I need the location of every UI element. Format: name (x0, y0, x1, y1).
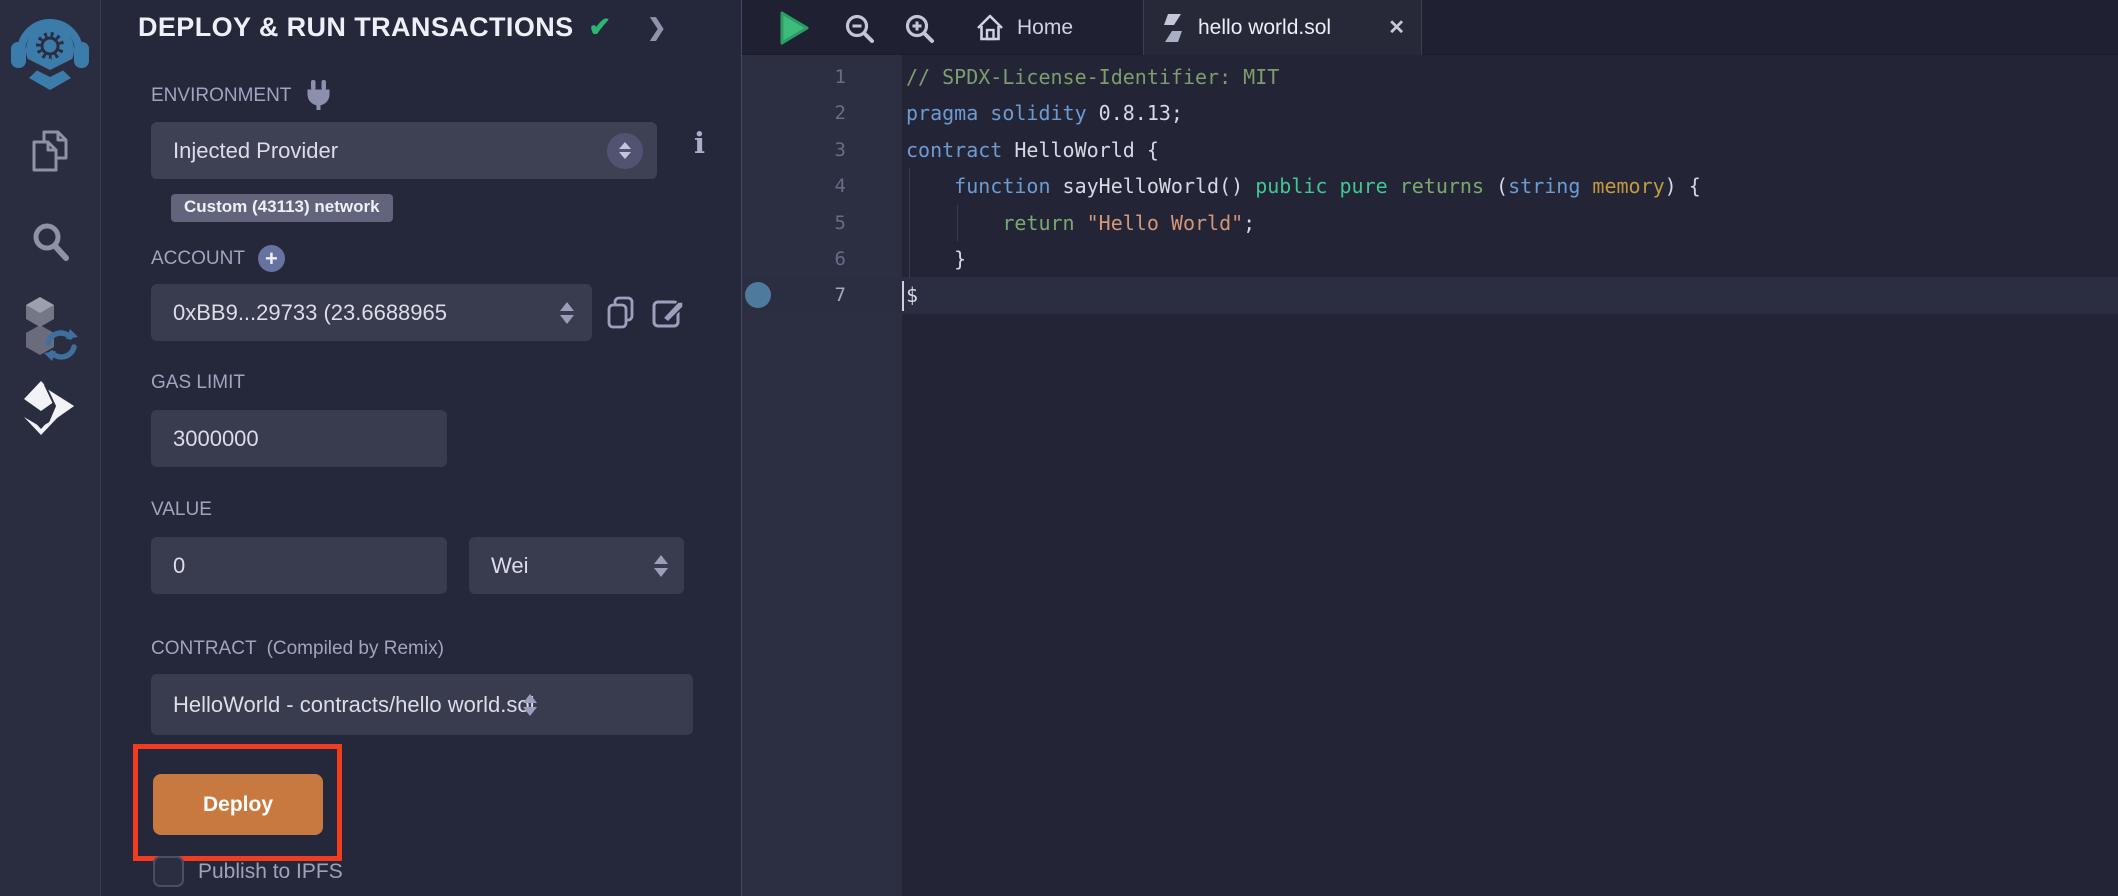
zoom-out-icon (843, 12, 877, 46)
code-line[interactable]: // SPDX-License-Identifier: MIT (906, 59, 2118, 95)
environment-label-row: ENVIRONMENT (151, 80, 332, 111)
zoom-out-button[interactable] (843, 12, 877, 51)
file-explorer-icon (28, 128, 72, 174)
sidebar-item-file-explorer[interactable] (0, 126, 100, 176)
plug-icon (305, 80, 332, 111)
add-account-icon[interactable]: + (258, 245, 285, 272)
tab-label: hello world.sol (1198, 16, 1331, 40)
value-unit: Wei (469, 553, 529, 579)
run-script-button[interactable] (774, 9, 812, 52)
sidebar-item-deploy-and-run[interactable] (0, 378, 100, 438)
zoom-in-button[interactable] (903, 12, 937, 51)
publish-to-ipfs-checkbox[interactable] (153, 856, 184, 887)
code-line[interactable]: return "Hello World"; (906, 205, 2118, 241)
select-caret-icon (654, 555, 668, 577)
contract-label-row: CONTRACT (Compiled by Remix) (151, 638, 444, 660)
line-numbers: 1234567 (742, 59, 846, 314)
collapse-panel-chevron-icon[interactable]: ❯ (647, 14, 666, 41)
code-line[interactable]: contract HelloWorld { (906, 132, 2118, 168)
line-number[interactable]: 1 (742, 59, 846, 95)
remix-logo-icon (9, 8, 91, 92)
environment-label: ENVIRONMENT (151, 85, 291, 107)
account-value: 0xBB9...29733 (23.6688965 (151, 300, 455, 326)
select-caret-icon (523, 694, 537, 716)
value-unit-select[interactable]: Wei (469, 537, 684, 594)
gas-limit-value: 3000000 (151, 426, 259, 452)
environment-value: Injected Provider (151, 138, 338, 164)
deploy-button[interactable]: Deploy (153, 774, 323, 835)
line-number[interactable]: 7 (742, 277, 846, 313)
line-number[interactable]: 5 (742, 205, 846, 241)
account-select[interactable]: 0xBB9...29733 (23.6688965 (151, 284, 592, 341)
value-amount: 0 (151, 553, 185, 579)
tab-home-label: Home (1017, 16, 1073, 40)
line-number[interactable]: 3 (742, 132, 846, 168)
contract-sublabel: (Compiled by Remix) (267, 638, 444, 660)
search-icon (28, 218, 72, 264)
remix-ide-window: DEPLOY & RUN TRANSACTIONS ✔ ❯ ENVIRONMEN… (0, 0, 2118, 896)
contract-label: CONTRACT (151, 638, 257, 660)
code-line[interactable]: function sayHelloWorld() public pure ret… (906, 168, 2118, 204)
code-line[interactable]: } (906, 241, 2118, 277)
select-caret-icon (560, 302, 574, 324)
close-tab-icon[interactable]: ✕ (1388, 15, 1405, 40)
copy-account-button[interactable] (605, 295, 637, 336)
contract-value: HelloWorld - contracts/hello world.sol (151, 692, 537, 718)
panel-title: DEPLOY & RUN TRANSACTIONS (138, 12, 574, 43)
editor-tabbar: Home hello world.sol ✕ (742, 0, 2118, 55)
value-input[interactable]: 0 (151, 537, 447, 594)
network-badge: Custom (43113) network (171, 194, 393, 222)
environment-info-icon[interactable]: i (694, 126, 705, 160)
play-icon (774, 9, 812, 47)
copy-icon (605, 295, 637, 331)
contract-select[interactable]: HelloWorld - contracts/hello world.sol (151, 674, 693, 735)
deploy-run-panel: DEPLOY & RUN TRANSACTIONS ✔ ❯ ENVIRONMEN… (102, 0, 741, 896)
deploy-and-run-icon (20, 379, 80, 437)
line-number[interactable]: 4 (742, 168, 846, 204)
icon-sidebar (0, 0, 101, 896)
environment-select[interactable]: Injected Provider (151, 122, 657, 179)
sidebar-item-search[interactable] (0, 216, 100, 266)
edit-account-button[interactable] (651, 294, 687, 335)
line-number[interactable]: 6 (742, 241, 846, 277)
remix-logo[interactable] (0, 8, 100, 92)
edit-icon (651, 294, 687, 330)
gas-limit-input[interactable]: 3000000 (151, 410, 447, 467)
code-editor: Home hello world.sol ✕ 1234567 // SPDX-L… (741, 0, 2118, 896)
solidity-compiler-icon (18, 295, 82, 361)
publish-to-ipfs-label: Publish to IPFS (198, 860, 343, 884)
value-label: VALUE (151, 499, 212, 521)
solidity-file-icon (1160, 13, 1186, 43)
line-number[interactable]: 2 (742, 95, 846, 131)
code-line[interactable]: pragma solidity 0.8.13; (906, 95, 2118, 131)
tab-home[interactable]: Home (975, 0, 1073, 55)
code-content[interactable]: // SPDX-License-Identifier: MITpragma so… (906, 59, 2118, 314)
home-icon (975, 13, 1005, 43)
gas-limit-label: GAS LIMIT (151, 372, 245, 394)
text-cursor (902, 281, 904, 311)
tab-hello-world-sol[interactable]: hello world.sol ✕ (1143, 0, 1422, 55)
account-label-row: ACCOUNT + (151, 245, 285, 272)
account-label: ACCOUNT (151, 248, 245, 270)
zoom-in-icon (903, 12, 937, 46)
code-line[interactable]: $ (906, 277, 2118, 313)
success-check-icon: ✔ (589, 12, 612, 43)
panel-header: DEPLOY & RUN TRANSACTIONS ✔ ❯ (138, 12, 666, 43)
select-caret-icon (607, 133, 643, 169)
sidebar-item-solidity-compiler[interactable] (0, 296, 100, 360)
